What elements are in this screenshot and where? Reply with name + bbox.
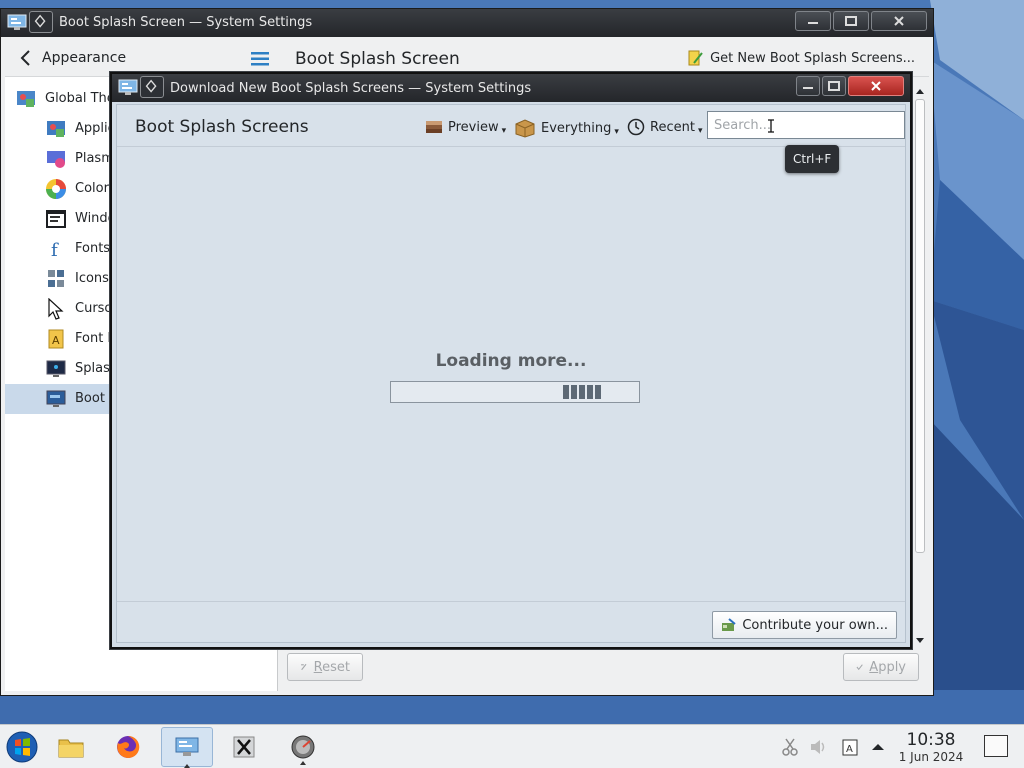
minimize-button[interactable] [796, 76, 820, 96]
preview-icon [426, 121, 442, 133]
search-input[interactable] [707, 111, 905, 139]
diamond-icon [34, 14, 46, 28]
content-footer: Reset Apply [279, 649, 929, 693]
splash-screen-icon [46, 360, 66, 377]
start-menu-button[interactable] [6, 731, 38, 763]
main-titlebar[interactable]: Boot Splash Screen — System Settings [1, 9, 933, 37]
scrollbar-thumb[interactable] [915, 99, 925, 553]
volume-icon[interactable] [808, 737, 828, 757]
close-button[interactable] [871, 11, 927, 31]
disk-utility-button[interactable] [287, 731, 319, 765]
clock-date: 1 Jun 2024 [898, 750, 964, 764]
svg-text:A: A [846, 744, 853, 755]
clock-time: 10:38 [906, 730, 956, 750]
get-new-stuff-icon [688, 50, 703, 66]
download-dialog: Download New Boot Splash Screens — Syste… [110, 72, 912, 649]
start-menu-icon [6, 731, 38, 763]
maximize-icon [828, 81, 840, 91]
system-settings-icon [175, 737, 199, 756]
dropdown-arrow-icon: ▾ [697, 126, 703, 136]
sidebar-title: Appearance [42, 50, 127, 66]
everything-filter-dropdown[interactable]: Everything ▾ [514, 118, 619, 138]
apply-button[interactable]: Apply [843, 653, 919, 681]
close-button[interactable] [848, 76, 904, 96]
application-style-icon [47, 121, 65, 137]
font-management-icon: A [48, 329, 64, 349]
taskbar: A 10:38 1 Jun 2024 [0, 724, 1024, 768]
global-theme-icon [17, 91, 35, 107]
close-icon [871, 81, 881, 91]
x-app-button[interactable] [228, 731, 260, 763]
file-manager-icon [58, 739, 84, 758]
clock[interactable]: 10:38 1 Jun 2024 [892, 731, 970, 765]
upload-icon [722, 618, 736, 631]
dialog-content: Boot Splash Screens Preview ▾ Everything… [116, 104, 906, 643]
x-app-icon [233, 736, 255, 758]
file-manager-button[interactable] [55, 731, 87, 763]
reset-button[interactable]: Reset [287, 653, 363, 681]
show-desktop-button[interactable] [984, 735, 1008, 757]
recent-sort-dropdown[interactable]: Recent ▾ [627, 118, 702, 136]
firefox-button[interactable] [112, 731, 144, 763]
system-settings-task[interactable] [161, 727, 213, 768]
dropdown-arrow-icon: ▾ [614, 127, 619, 137]
busy-progress-bar [390, 381, 640, 403]
colors-icon [46, 179, 66, 199]
scroll-down-icon[interactable] [913, 635, 927, 647]
cursor-arrow-icon [48, 298, 64, 320]
footer-divider [117, 601, 905, 602]
close-icon [894, 16, 904, 26]
get-new-boot-splash-button[interactable]: Get New Boot Splash Screens... [686, 49, 915, 67]
firefox-icon [117, 735, 140, 758]
svg-text:f: f [51, 240, 59, 260]
hamburger-menu-icon[interactable] [250, 51, 270, 67]
dialog-titlebar[interactable]: Download New Boot Splash Screens — Syste… [112, 74, 910, 102]
system-settings-app-icon [7, 14, 27, 30]
minimize-icon [803, 87, 813, 89]
back-arrow-icon[interactable] [17, 48, 33, 68]
boot-splash-icon [46, 390, 66, 407]
diamond-icon [145, 79, 157, 93]
dialog-toolbar: Boot Splash Screens Preview ▾ Everything… [117, 105, 905, 147]
preview-view-dropdown[interactable]: Preview ▾ [425, 118, 506, 136]
window-decorations-icon [46, 210, 66, 228]
maximize-icon [845, 16, 857, 26]
main-window-title: Boot Splash Screen — System Settings [59, 15, 313, 30]
keep-above-button[interactable] [29, 11, 53, 33]
dropdown-arrow-icon: ▾ [501, 126, 507, 136]
clipboard-icon[interactable]: A [840, 737, 860, 757]
tray-expand-icon[interactable] [868, 737, 888, 757]
dialog-title: Download New Boot Splash Screens — Syste… [170, 81, 532, 96]
scroll-up-icon[interactable] [913, 85, 927, 97]
checkmark-icon [856, 664, 863, 671]
task-marker [300, 761, 306, 765]
icons-icon [48, 270, 64, 287]
package-icon [515, 119, 535, 138]
system-settings-app-icon [118, 79, 138, 95]
fonts-icon: f [51, 240, 59, 260]
scissors-icon[interactable] [780, 737, 800, 757]
shortcut-tooltip: Ctrl+F [785, 145, 840, 173]
svg-text:A: A [52, 334, 60, 347]
text-cursor-icon [768, 119, 774, 133]
minimize-button[interactable] [795, 11, 831, 31]
clock-icon [627, 118, 645, 136]
active-task-marker [184, 764, 190, 768]
maximize-button[interactable] [833, 11, 869, 31]
disk-utility-icon [291, 735, 315, 759]
maximize-button[interactable] [822, 76, 846, 96]
keep-above-button[interactable] [140, 76, 164, 98]
contribute-your-own-button[interactable]: Contribute your own... [712, 611, 897, 639]
loading-message: Loading more... [435, 351, 587, 371]
reset-icon [301, 663, 307, 671]
page-title: Boot Splash Screen [295, 49, 460, 69]
plasma-style-icon [47, 151, 65, 168]
main-scrollbar[interactable] [913, 85, 927, 647]
busy-indicator [563, 385, 601, 399]
minimize-icon [808, 22, 818, 24]
dialog-heading: Boot Splash Screens [135, 117, 309, 137]
